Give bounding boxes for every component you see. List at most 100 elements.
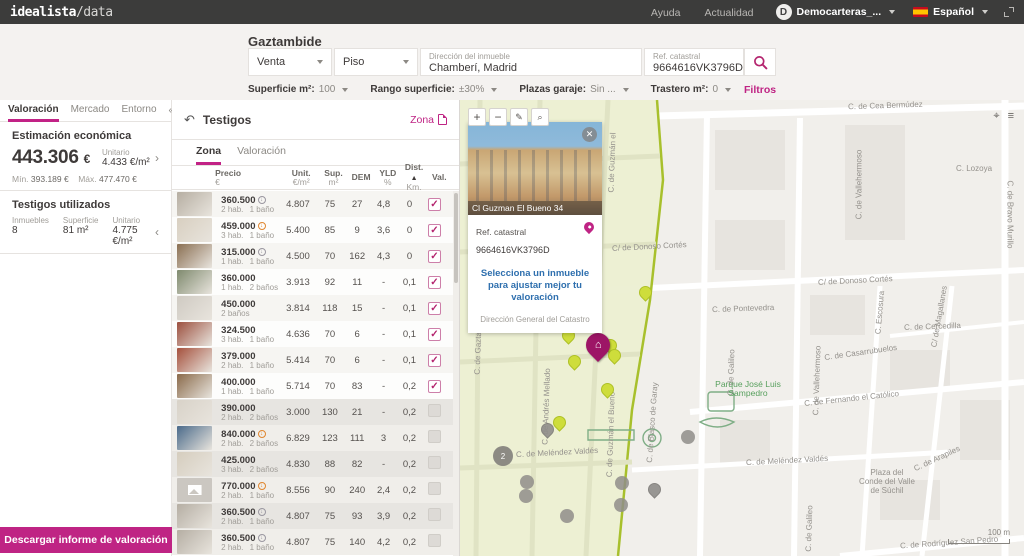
witness-checkbox[interactable]	[428, 534, 441, 547]
fullscreen-icon[interactable]	[1004, 7, 1014, 17]
listing-price: 379.000	[221, 351, 255, 362]
listing-thumbnail[interactable]	[177, 270, 212, 294]
listing-thumbnail[interactable]	[177, 322, 212, 346]
idealista-data-logo[interactable]: idealista/data	[10, 5, 113, 20]
listing-thumbnail[interactable]	[177, 400, 212, 424]
chevron-left-icon[interactable]: ‹	[155, 225, 159, 239]
filters-link[interactable]: Filtros	[744, 84, 776, 96]
cell-dist: 0	[396, 199, 423, 210]
chevron-down-icon	[982, 10, 988, 14]
topbar-link-actualidad[interactable]: Actualidad	[704, 7, 753, 19]
witness-checkbox[interactable]	[428, 482, 441, 495]
witness-checkbox[interactable]	[428, 508, 441, 521]
operation-select[interactable]: Venta	[248, 48, 332, 76]
witness-checkbox[interactable]: ✓	[428, 354, 441, 367]
filter-item-1[interactable]: Rango superficie:±30%	[370, 84, 497, 95]
witness-checkbox[interactable]	[428, 430, 441, 443]
cell-unit: 3.913	[279, 277, 316, 288]
cell-dist: 0,2	[396, 433, 423, 444]
property-photo[interactable]: Cl Guzman El Bueno 34 ✕	[468, 122, 602, 215]
cell-dist: 0,2	[396, 537, 423, 548]
zona-export-link[interactable]: Zona	[410, 114, 447, 126]
column-header-dem[interactable]: DEM	[347, 173, 375, 182]
cell-dist: 0,2	[396, 407, 423, 418]
property-type-select[interactable]: Piso	[334, 48, 418, 76]
sidebar-tab-entorno[interactable]: Entorno	[121, 100, 156, 122]
map[interactable]: C. de Cea BermúdezC. LozoyaC. de Bravo M…	[460, 100, 1024, 556]
address-input[interactable]: Dirección del inmuebleChamberí, Madrid	[420, 48, 642, 76]
filter-item-0[interactable]: Superficie m²:100	[248, 84, 348, 95]
header-label: Val.	[432, 172, 447, 182]
column-header-yld[interactable]: YLD%	[375, 169, 400, 187]
zoom-selection-button[interactable]: ⌕	[531, 108, 549, 126]
witness-dot[interactable]	[560, 509, 574, 523]
search-button[interactable]	[744, 48, 776, 76]
listing-price: 360.000	[221, 273, 255, 284]
table-row: 770.000↓2 hab. 1 baño8.556902402,40,2	[172, 477, 454, 503]
select-property-link[interactable]: Selecciona un inmueble para ajustar mejo…	[476, 268, 594, 304]
sidebar-tab-valoración[interactable]: Valoración	[8, 100, 59, 122]
listing-thumbnail[interactable]	[177, 192, 212, 216]
column-header-unit[interactable]: Unit.€/m²	[282, 169, 319, 187]
zoom-in-button[interactable]: +	[468, 108, 486, 126]
witness-checkbox[interactable]	[428, 404, 441, 417]
witness-checkbox[interactable]: ✓	[428, 380, 441, 393]
listing-thumbnail[interactable]	[177, 374, 212, 398]
witness-dot[interactable]	[519, 489, 533, 503]
column-header-sup[interactable]: Sup.m²	[320, 169, 347, 187]
witness-checkbox[interactable]: ✓	[428, 250, 441, 263]
column-header-val[interactable]: Val.	[428, 173, 451, 182]
witness-checkbox[interactable]: ✓	[428, 198, 441, 211]
listing-thumbnail[interactable]	[177, 504, 212, 528]
listing-thumbnail[interactable]	[177, 348, 212, 372]
price-line: 360.000	[221, 273, 279, 284]
language-selector[interactable]: Español	[913, 6, 988, 18]
witness-checkbox[interactable]: ✓	[428, 224, 441, 237]
scrollbar-thumb[interactable]	[454, 193, 458, 283]
sidebar-tabs: ValoraciónMercadoEntorno«	[0, 100, 171, 122]
chevron-right-icon[interactable]: ›	[155, 151, 159, 165]
witness-dot[interactable]	[520, 475, 534, 489]
panel-scrollbar[interactable]	[453, 191, 459, 556]
witness-dot[interactable]	[681, 430, 695, 444]
witness-dot[interactable]	[615, 476, 629, 490]
user-menu[interactable]: D Democarteras_...	[776, 4, 896, 20]
cell-dem: 6	[343, 355, 371, 366]
listing-thumbnail[interactable]	[177, 452, 212, 476]
cell-sup: 75	[316, 199, 343, 210]
column-header-precio[interactable]: Precio€	[215, 169, 282, 187]
language-label: Español	[933, 6, 974, 18]
panel-tab-valoración[interactable]: Valoración	[237, 145, 286, 165]
sidebar-tab-mercado[interactable]: Mercado	[71, 100, 110, 122]
listing-thumbnail[interactable]	[177, 244, 212, 268]
column-header-dist[interactable]: Dist. ▲Km.	[400, 163, 427, 192]
listing-thumbnail[interactable]	[177, 478, 212, 502]
locate-icon[interactable]: ⌖	[993, 110, 999, 123]
witness-checkbox[interactable]: ✓	[428, 276, 441, 289]
listing-thumbnail[interactable]	[177, 218, 212, 242]
layers-menu-icon[interactable]: ≡	[1008, 110, 1014, 123]
witness-checkbox[interactable]: ✓	[428, 302, 441, 315]
topbar-link-ayuda[interactable]: Ayuda	[651, 7, 681, 19]
zoom-out-button[interactable]: −	[489, 108, 507, 126]
listing-thumbnail[interactable]	[177, 426, 212, 450]
cell-sup: 90	[316, 485, 343, 496]
filter-label: Superficie m²:	[248, 84, 315, 95]
close-icon[interactable]: ✕	[582, 127, 597, 142]
filter-item-2[interactable]: Plazas garaje:Sin ...	[519, 84, 628, 95]
witness-checkbox[interactable]: ✓	[428, 328, 441, 341]
draw-zone-button[interactable]: ✎	[510, 108, 528, 126]
back-arrow-icon[interactable]: ↶	[184, 112, 195, 128]
filter-item-3[interactable]: Trastero m²:0	[651, 84, 731, 95]
witness-checkbox[interactable]	[428, 456, 441, 469]
listing-thumbnail[interactable]	[177, 296, 212, 320]
listing-thumbnail[interactable]	[177, 530, 212, 554]
price-line: 450.000	[221, 299, 279, 310]
panel-tab-zona[interactable]: Zona	[196, 145, 221, 165]
price-line: 459.000↓	[221, 221, 279, 232]
cell-yld: 2,4	[371, 485, 396, 496]
witness-dot[interactable]	[614, 498, 628, 512]
cadastral-ref-input[interactable]: Ref. catastral9664616VK3796D	[644, 48, 744, 76]
witness-cluster[interactable]: 2	[493, 446, 513, 466]
download-report-button[interactable]: Descargar informe de valoración	[0, 527, 172, 553]
